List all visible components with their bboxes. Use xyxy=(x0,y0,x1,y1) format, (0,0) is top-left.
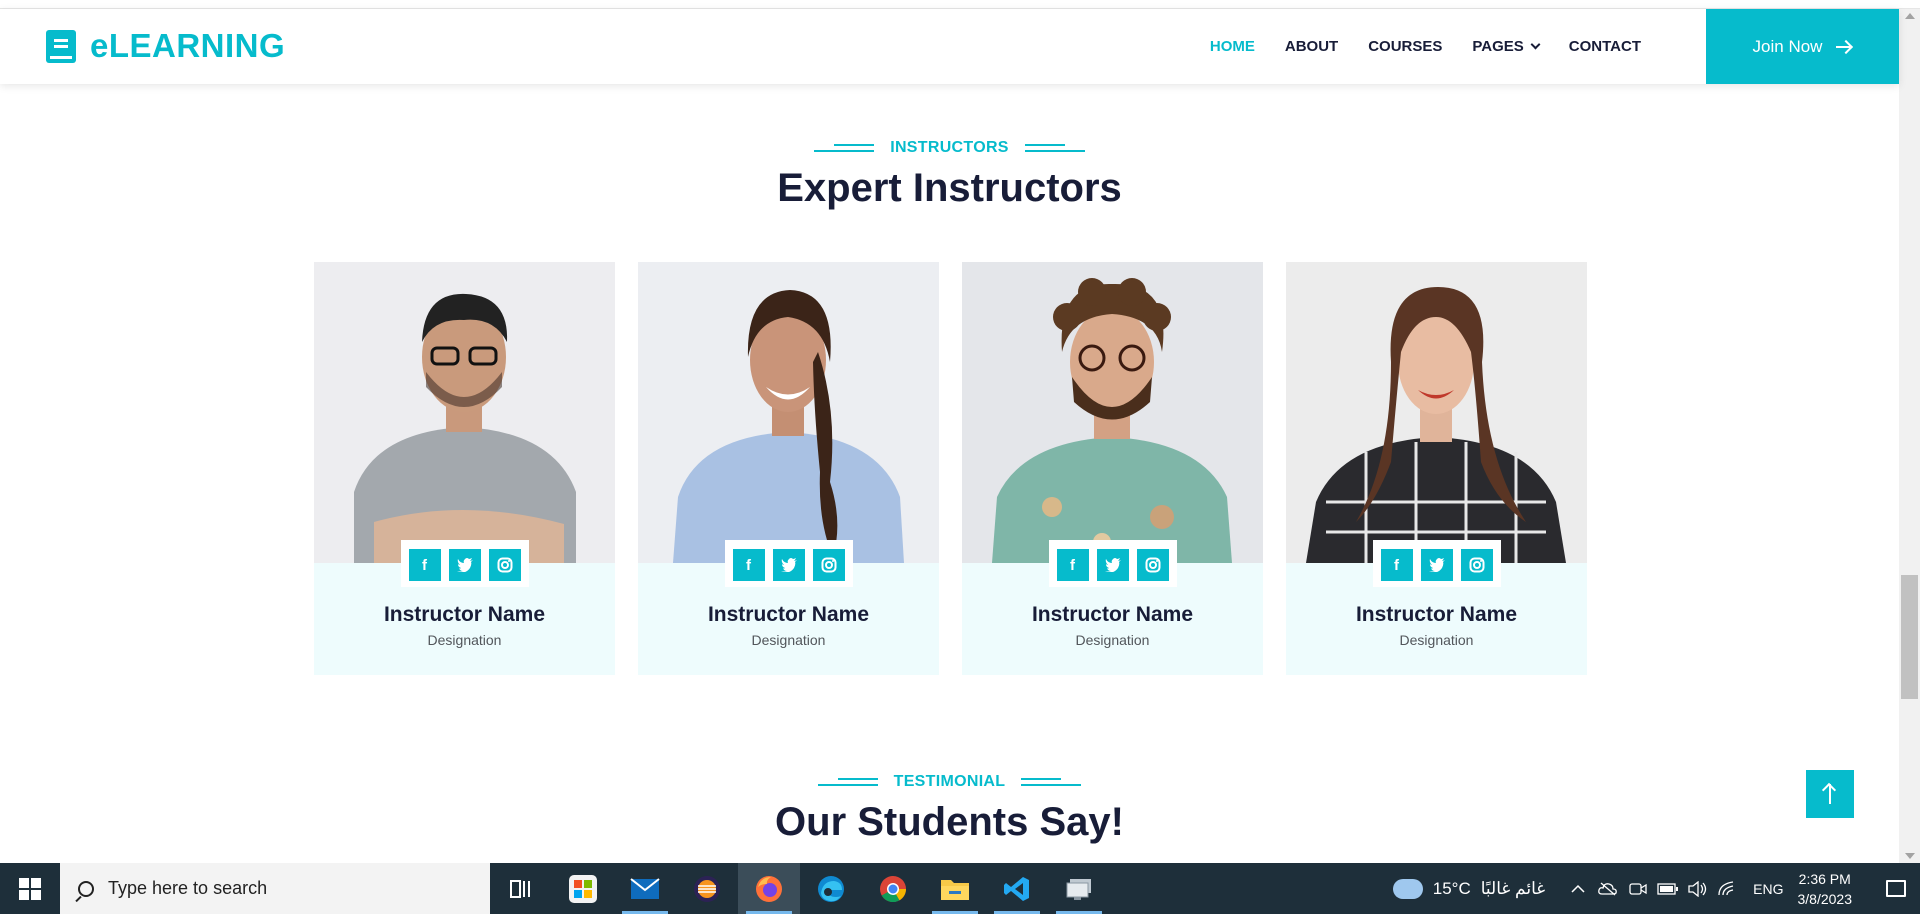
back-to-top-button[interactable] xyxy=(1806,770,1854,818)
instructor-card: f Instructor Name Designation xyxy=(314,262,615,675)
remote-desktop-icon[interactable] xyxy=(1048,863,1110,914)
brand-name: eLEARNING xyxy=(90,27,286,64)
weather-temperature: 15°C xyxy=(1432,878,1471,898)
social-links: f xyxy=(1372,540,1501,587)
instructor-photo xyxy=(962,262,1263,563)
nav-link-pages-label: PAGES xyxy=(1472,38,1524,55)
facebook-icon[interactable]: f xyxy=(1056,549,1089,581)
system-clock[interactable]: 2:36 PM 3/8/2023 xyxy=(1798,869,1853,909)
page-scrollbar[interactable] xyxy=(1899,9,1920,863)
brand-logo[interactable]: eLEARNING xyxy=(46,27,285,65)
search-icon xyxy=(78,880,94,897)
notification-center-icon[interactable] xyxy=(1872,863,1920,914)
social-links: f xyxy=(400,540,529,587)
instructors-section-label: INSTRUCTORS xyxy=(0,139,1899,157)
nav-link-about[interactable]: ABOUT xyxy=(1285,38,1338,55)
nav-link-pages[interactable]: PAGES xyxy=(1472,38,1541,55)
chevron-up-icon[interactable] xyxy=(1563,863,1593,914)
facebook-icon[interactable]: f xyxy=(732,549,765,581)
file-explorer-icon[interactable] xyxy=(924,863,986,914)
join-now-label: Join Now xyxy=(1752,36,1823,56)
mail-icon[interactable] xyxy=(614,863,676,914)
windows-logo-icon xyxy=(19,877,41,900)
taskbar-search-box[interactable]: Type here to search xyxy=(60,863,490,914)
label-line-right xyxy=(1021,777,1082,787)
taskbar-search-placeholder: Type here to search xyxy=(108,878,268,898)
instructors-label: INSTRUCTORS xyxy=(890,139,1009,156)
twitter-icon[interactable] xyxy=(772,549,805,581)
instagram-icon[interactable] xyxy=(488,549,521,581)
label-line-right xyxy=(1024,143,1085,153)
firefox-icon[interactable] xyxy=(738,863,800,914)
cloudy-weather-icon xyxy=(1392,870,1423,899)
instructor-name: Instructor Name xyxy=(383,603,546,626)
instructor-designation: Designation xyxy=(1075,632,1150,648)
instructor-name: Instructor Name xyxy=(1355,603,1518,626)
clock-date: 3/8/2023 xyxy=(1797,890,1853,907)
book-icon xyxy=(46,29,76,63)
instructor-designation: Designation xyxy=(1399,632,1474,648)
input-language[interactable]: ENG xyxy=(1753,881,1783,897)
testimonial-section-label: TESTIMONIAL xyxy=(0,773,1899,791)
twitter-icon[interactable] xyxy=(1420,549,1453,581)
instagram-icon[interactable] xyxy=(812,549,845,581)
chevron-down-icon xyxy=(1530,39,1541,50)
chrome-icon[interactable] xyxy=(862,863,924,914)
twitter-icon[interactable] xyxy=(448,549,481,581)
wifi-icon[interactable] xyxy=(1713,863,1743,914)
windows-taskbar: Type here to search 15°C غائم غالبًا ENG… xyxy=(0,863,1920,914)
nav-link-home[interactable]: HOME xyxy=(1210,38,1255,55)
battery-icon[interactable] xyxy=(1653,863,1683,914)
edge-icon[interactable] xyxy=(800,863,862,914)
social-links: f xyxy=(1048,540,1177,587)
label-line-left xyxy=(814,143,875,153)
instagram-icon[interactable] xyxy=(1136,549,1169,581)
instructor-card: f Instructor Name Designation xyxy=(962,262,1263,675)
clock-time: 2:36 PM xyxy=(1798,870,1851,887)
start-button[interactable] xyxy=(0,863,60,914)
social-links: f xyxy=(724,540,853,587)
store-icon[interactable] xyxy=(552,863,614,914)
arrow-right-icon xyxy=(1836,40,1852,54)
instructor-designation: Designation xyxy=(427,632,502,648)
instructor-card: f Instructor Name Designation xyxy=(1286,262,1587,675)
scroll-thumb[interactable] xyxy=(1901,575,1918,699)
instructor-name: Instructor Name xyxy=(707,603,870,626)
testimonial-title: Our Students Say! xyxy=(775,800,1124,844)
weather-description: غائم غالبًا xyxy=(1480,878,1546,898)
instructor-photo xyxy=(1286,262,1587,563)
label-line-left xyxy=(817,777,878,787)
instructor-card: f Instructor Name Designation xyxy=(638,262,939,675)
facebook-icon[interactable]: f xyxy=(408,549,441,581)
meet-now-icon[interactable] xyxy=(1623,863,1653,914)
vscode-icon[interactable] xyxy=(986,863,1048,914)
twitter-icon[interactable] xyxy=(1096,549,1129,581)
nav-link-courses[interactable]: COURSES xyxy=(1368,38,1442,55)
scroll-up-arrow-icon[interactable] xyxy=(1905,13,1915,19)
browser-top-edge xyxy=(0,0,1920,9)
system-tray: 15°C غائم غالبًا ENG 2:36 PM 3/8/2023 xyxy=(1392,863,1920,914)
instructor-photo xyxy=(314,262,615,563)
task-view-icon[interactable] xyxy=(490,863,552,914)
instructor-name: Instructor Name xyxy=(1031,603,1194,626)
join-now-button[interactable]: Join Now xyxy=(1706,9,1899,84)
instagram-icon[interactable] xyxy=(1460,549,1493,581)
weather-widget[interactable]: 15°C غائم غالبًا xyxy=(1392,870,1546,899)
cloud-offline-icon[interactable] xyxy=(1593,863,1623,914)
navbar: eLEARNING HOME ABOUT COURSES PAGES CONTA… xyxy=(0,9,1899,84)
nav-links: HOME ABOUT COURSES PAGES CONTACT xyxy=(1210,9,1641,84)
facebook-icon[interactable]: f xyxy=(1380,549,1413,581)
volume-icon[interactable] xyxy=(1683,863,1713,914)
instructor-photo xyxy=(638,262,939,563)
nav-link-contact[interactable]: CONTACT xyxy=(1569,38,1641,55)
instructor-designation: Designation xyxy=(751,632,826,648)
instructors-title: Expert Instructors xyxy=(777,166,1122,210)
eclipse-icon[interactable] xyxy=(676,863,738,914)
testimonial-label: TESTIMONIAL xyxy=(893,773,1006,790)
scroll-down-arrow-icon[interactable] xyxy=(1905,853,1915,859)
